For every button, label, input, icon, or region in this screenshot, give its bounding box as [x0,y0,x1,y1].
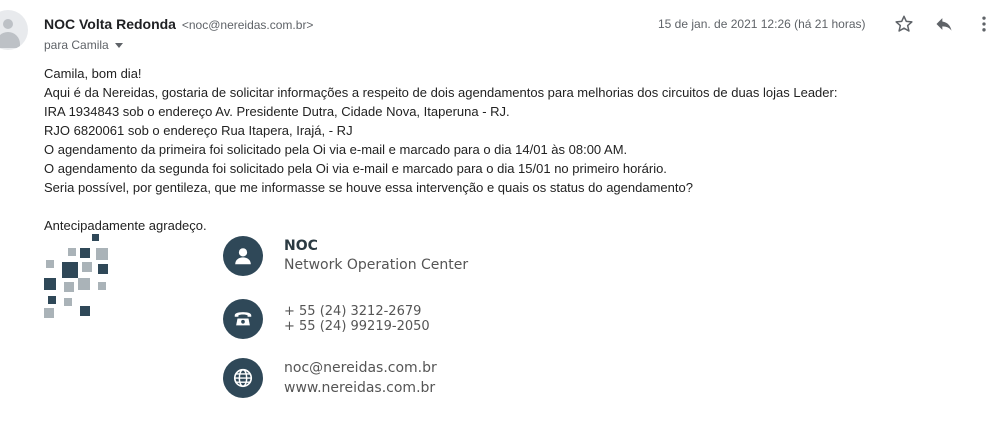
reply-icon [936,18,952,31]
logo-square [64,298,72,306]
signature-phone-text: + 55 (24) 3212-2679 + 55 (24) 99219-2050 [284,304,430,334]
logo-square [78,278,90,290]
logo-square [98,264,108,274]
logo-square [46,260,54,268]
logo-square [64,282,74,292]
phone-number[interactable]: + 55 (24) 3212-2679 [284,304,430,319]
sender-avatar[interactable] [0,10,28,50]
recipient-details-toggle[interactable]: para Camila [44,38,123,52]
signature-phone-row: + 55 (24) 3212-2679 + 55 (24) 99219-2050 [223,299,430,339]
signature-website-link[interactable]: www.nereidas.com.br [284,378,437,398]
logo-square [80,306,90,316]
phone-number[interactable]: + 55 (24) 99219-2050 [284,319,430,334]
signature-email-link[interactable]: noc@nereidas.com.br [284,358,437,378]
logo-square [62,262,78,278]
signature-noc-text: NOC Network Operation Center [284,237,468,275]
vertical-dots-icon [982,16,986,32]
body-line: Aqui é da Nereidas, gostaria de solicita… [44,85,838,100]
more-options-button[interactable] [972,12,996,36]
star-icon [895,15,913,32]
logo-square [82,262,92,272]
signature-noc-row: NOC Network Operation Center [223,236,468,276]
signature-title: NOC [284,238,318,254]
star-button[interactable] [892,12,916,36]
signature-subtitle: Network Operation Center [284,257,469,273]
phone-icon [223,299,263,339]
globe-icon [223,358,263,398]
closing-line: Antecipadamente agradeço. [44,218,207,233]
sender-line: NOC Volta Redonda <noc@nereidas.com.br> [44,16,313,32]
sender-name[interactable]: NOC Volta Redonda [44,16,176,32]
logo-square [96,248,108,260]
body-line: O agendamento da primeira foi solicitado… [44,142,628,157]
chevron-down-icon[interactable] [114,43,123,49]
logo-square [48,296,56,304]
logo-square [68,248,76,256]
body-line: IRA 1934843 sob o endereço Av. President… [44,104,510,119]
body-line: Seria possível, por gentileza, que me in… [44,180,693,195]
body-line: O agendamento da segunda foi solicitado … [44,161,667,176]
body-line: Camila, bom dia! [44,66,142,81]
recipient-label: para Camila [44,38,109,52]
message-body: Camila, bom dia! Aqui é da Nereidas, gos… [44,64,837,235]
logo-square [44,278,56,290]
logo-square [44,308,54,318]
body-line: RJO 6820061 sob o endereço Rua Itapera, … [44,123,353,138]
nereidas-logo [44,234,114,320]
signature-web-text: noc@nereidas.com.br www.nereidas.com.br [284,358,437,398]
reply-button[interactable] [932,12,956,36]
avatar-body [0,32,20,48]
logo-square [98,282,106,290]
message-date: 15 de jan. de 2021 12:26 (há 21 horas) [658,17,866,31]
logo-square [80,248,90,258]
sender-email: <noc@nereidas.com.br> [181,18,314,32]
avatar-head [3,19,13,29]
person-icon [223,236,263,276]
logo-square [92,234,99,241]
signature-web-row: noc@nereidas.com.br www.nereidas.com.br [223,358,437,398]
